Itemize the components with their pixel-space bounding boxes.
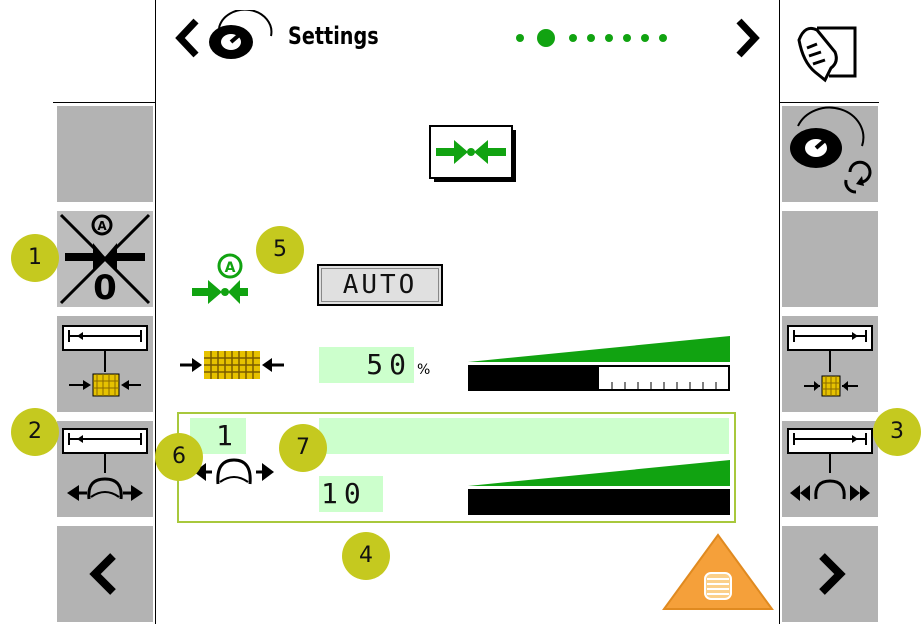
callout-4: 4 [342,532,390,580]
page-indicator [512,27,672,49]
gauge-refresh-icon [790,106,872,194]
right-divider [779,0,780,624]
softkey-bale-width-right[interactable] [782,316,878,412]
chevron-right-icon [736,18,760,58]
softkey-right-2[interactable] [782,211,878,307]
pressure-ramp [468,460,730,486]
callout-3: 3 [873,408,921,456]
callout-7: 7 [279,424,327,472]
callout-5: 5 [256,226,304,274]
softkey-next[interactable] [782,526,878,622]
page-dot [659,34,667,42]
svg-text:0: 0 [93,268,117,307]
softkey-gauge-refresh[interactable] [782,106,878,202]
gauge-icon [205,10,277,62]
next-page-button[interactable] [733,18,763,58]
softkey-prev[interactable] [57,526,153,622]
left-divider [155,0,156,624]
left-top-rule [53,102,155,103]
pressure-gauge [468,458,730,516]
hand-lever-icon [795,18,867,84]
callout-2: 2 [11,408,59,456]
auto-centering-icon: A [190,250,250,304]
bale-density-value: 50 [366,348,412,381]
softkey-left-1[interactable] [57,106,153,202]
softkey-pressure-right[interactable] [782,421,878,517]
softkey-pressure[interactable] [57,421,153,517]
svg-text:A: A [97,219,107,233]
right-top-rule [779,102,879,103]
pressure-value: 10 [321,477,367,510]
chevron-left-icon [89,553,116,595]
softkey-auto-centering-off[interactable]: A 0 [57,211,153,307]
callout-6: 6 [155,433,203,481]
bale-density-gauge [468,334,730,392]
callout-1: 1 [11,234,59,282]
pressure-roller-icon [192,454,276,490]
prev-page-button[interactable] [172,18,202,58]
mode-value-box[interactable]: AUTO [317,264,443,306]
spring-warning-icon [662,533,774,610]
pressure-bar-fill [469,490,729,514]
chevron-left-icon [175,18,199,58]
chevron-right-icon [819,553,846,595]
centering-symbol [428,124,520,186]
density-bar-fill [469,366,599,390]
page-dot [605,34,613,42]
page-dot-active [537,29,555,47]
pressure-field[interactable]: 10 [319,476,383,512]
warning-button[interactable] [662,533,774,611]
page-dot [569,34,577,42]
page-dot [623,34,631,42]
page-title: Settings [288,22,379,50]
page-dot [641,34,649,42]
svg-text:A: A [225,260,236,276]
bale-density-unit: % [417,362,431,378]
auto-centering-crossed-icon: A 0 [59,213,151,307]
pressure-adjust-icon [62,428,148,501]
page-dot [587,34,595,42]
row-name-field[interactable] [319,418,729,454]
bale-density-field[interactable]: 50 [319,347,414,383]
pressure-extend-icon [787,428,873,501]
centering-arrows-icon [429,125,516,182]
density-ramp [468,336,730,362]
bale-width-extend-icon [787,325,873,397]
softkey-bale-width[interactable] [57,316,153,412]
mode-value: AUTO [342,270,418,300]
bale-density-icon [178,345,286,385]
bale-width-icon [62,325,148,397]
page-dot [516,34,524,42]
